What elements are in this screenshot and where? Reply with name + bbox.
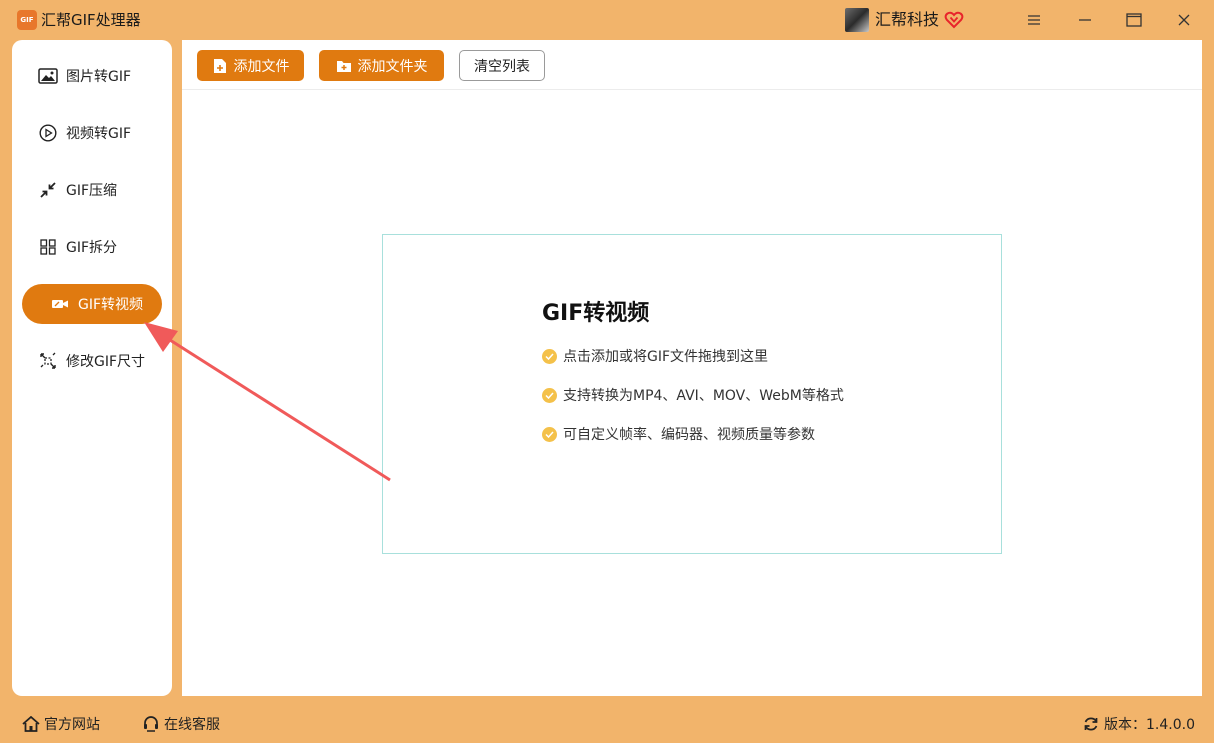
user-avatar[interactable]: [845, 8, 869, 32]
sidebar-item-resize-gif[interactable]: 修改GIF尺寸: [22, 341, 162, 381]
vip-heart-icon[interactable]: [944, 10, 964, 30]
feature-line: 可自定义帧率、编码器、视频质量等参数: [542, 424, 815, 444]
sidebar-item-label: 视频转GIF: [66, 126, 132, 142]
check-icon: [542, 387, 557, 403]
version-info[interactable]: 版本：1.4.0.0: [1082, 713, 1195, 735]
refresh-icon: [1082, 715, 1100, 733]
sidebar-item-image-to-gif[interactable]: 图片转GIF: [22, 56, 162, 96]
sidebar-item-gif-to-video[interactable]: GIF转视频: [22, 284, 162, 324]
main-panel: 添加文件 添加文件夹 清空列表 GIF转视频 点击添加或将GIF文件拖拽到这里 …: [182, 40, 1202, 696]
app-logo-icon: GIF: [17, 10, 37, 30]
sidebar-item-label: 图片转GIF: [66, 69, 132, 85]
video-icon: [50, 294, 70, 314]
check-icon: [542, 426, 557, 442]
sidebar-item-label: 修改GIF尺寸: [66, 354, 146, 370]
sidebar-item-label: GIF压缩: [66, 183, 118, 199]
feature-line: 支持转换为MP4、AVI、MOV、WebM等格式: [542, 385, 844, 405]
play-circle-icon: [38, 123, 58, 143]
headset-icon: [142, 715, 160, 733]
split-icon: [38, 237, 58, 257]
toolbar: 添加文件 添加文件夹 清空列表: [182, 40, 1202, 90]
menu-icon[interactable]: [1022, 8, 1046, 32]
sidebar-item-label: GIF拆分: [66, 240, 118, 256]
add-file-icon: [212, 58, 228, 74]
add-folder-button[interactable]: 添加文件夹: [319, 50, 444, 81]
add-folder-label: 添加文件夹: [357, 58, 428, 75]
sidebar-item-label: GIF转视频: [78, 297, 144, 313]
maximize-icon[interactable]: [1122, 8, 1146, 32]
version-label: 版本：1.4.0.0: [1104, 717, 1195, 733]
close-icon[interactable]: [1172, 8, 1196, 32]
title-bar: GIF 汇帮GIF处理器 汇帮科技: [0, 0, 1214, 40]
sidebar-item-gif-split[interactable]: GIF拆分: [22, 227, 162, 267]
feature-line: 点击添加或将GIF文件拖拽到这里: [542, 346, 768, 366]
resize-icon: [38, 351, 58, 371]
official-website-label: 官方网站: [44, 717, 100, 733]
check-icon: [542, 348, 557, 364]
feature-text: 点击添加或将GIF文件拖拽到这里: [563, 349, 769, 365]
file-drop-zone[interactable]: GIF转视频 点击添加或将GIF文件拖拽到这里 支持转换为MP4、AVI、MOV…: [382, 234, 1002, 554]
app-title: 汇帮GIF处理器: [41, 11, 141, 29]
image-icon: [38, 66, 58, 86]
home-icon: [22, 715, 40, 733]
feature-text: 支持转换为MP4、AVI、MOV、WebM等格式: [563, 388, 844, 404]
sidebar-item-video-to-gif[interactable]: 视频转GIF: [22, 113, 162, 153]
company-name[interactable]: 汇帮科技: [875, 9, 939, 31]
clear-list-button[interactable]: 清空列表: [459, 50, 545, 81]
online-support-label: 在线客服: [164, 717, 220, 733]
compress-icon: [38, 180, 58, 200]
sidebar: 图片转GIF 视频转GIF GIF压缩 GIF拆分 GIF转视频 修改GIF尺寸: [12, 40, 172, 696]
add-folder-icon: [336, 58, 352, 74]
minimize-icon[interactable]: [1073, 8, 1097, 32]
feature-text: 可自定义帧率、编码器、视频质量等参数: [563, 427, 815, 443]
add-file-label: 添加文件: [233, 58, 290, 75]
add-file-button[interactable]: 添加文件: [197, 50, 304, 81]
drop-zone-title: GIF转视频: [542, 301, 650, 326]
official-website-link[interactable]: 官方网站: [22, 713, 100, 735]
sidebar-item-gif-compress[interactable]: GIF压缩: [22, 170, 162, 210]
online-support-link[interactable]: 在线客服: [142, 713, 220, 735]
